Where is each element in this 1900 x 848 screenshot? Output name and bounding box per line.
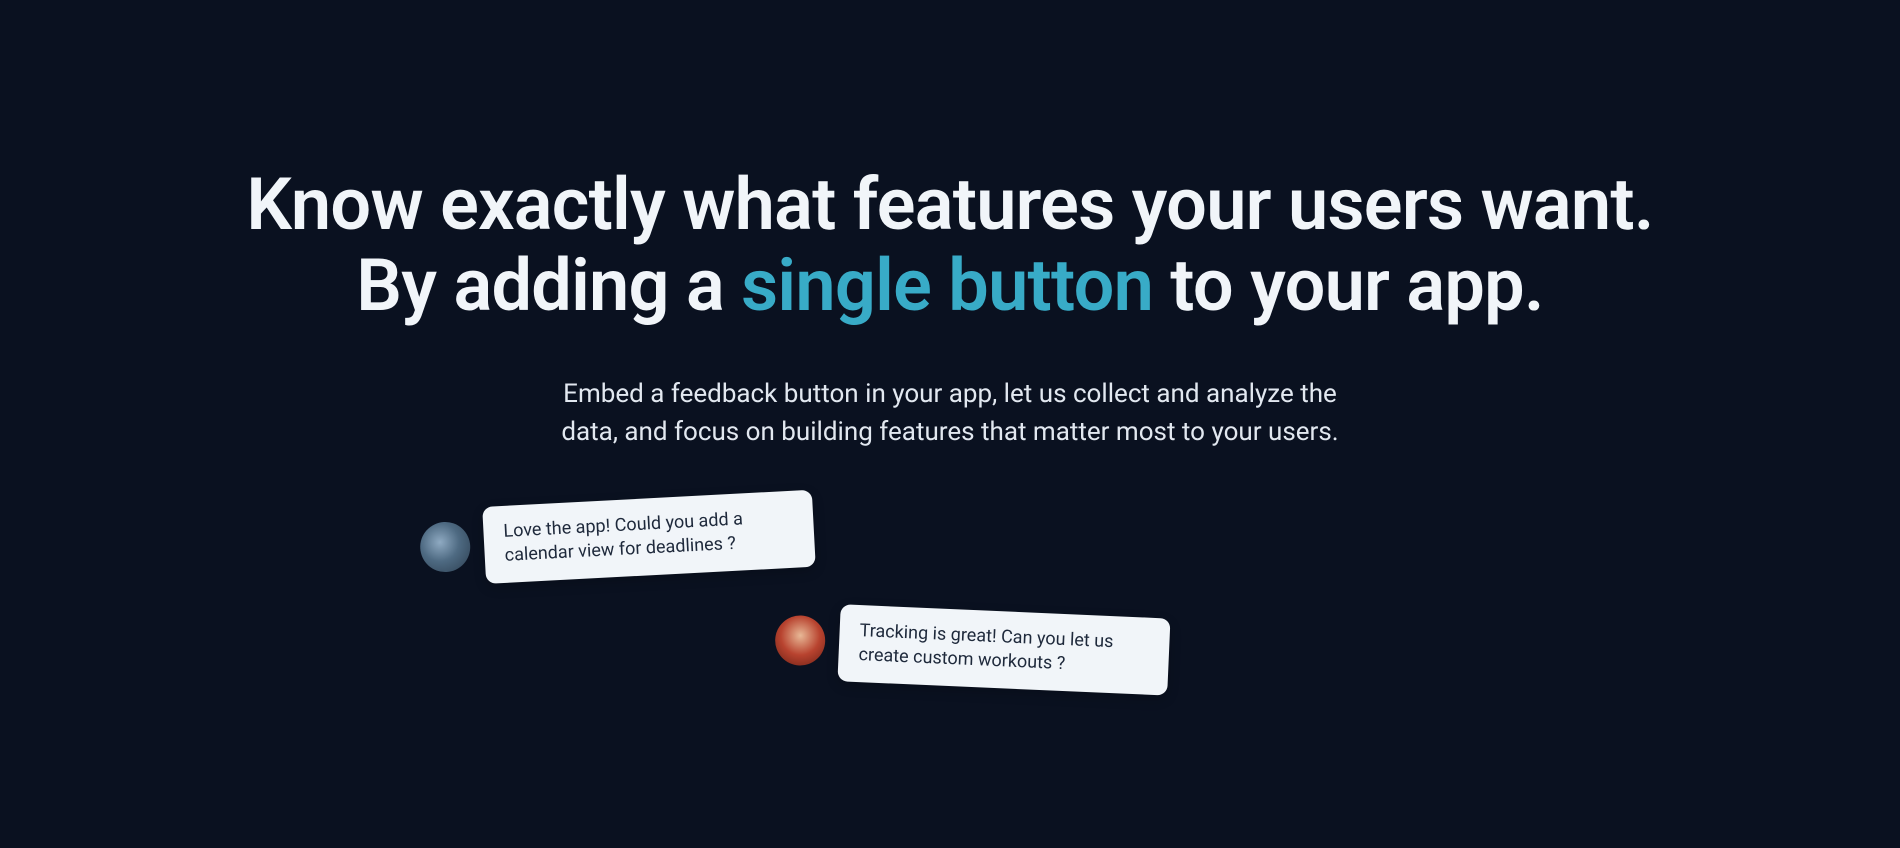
headline-suffix: to your app.	[1153, 243, 1544, 328]
hero-section: Know exactly what features your users wa…	[0, 0, 1900, 452]
feedback-bubble: Tracking is great! Can you let us create…	[837, 604, 1170, 695]
feedback-bubble: Love the app! Could you add a calendar v…	[482, 490, 816, 584]
feedback-item: Tracking is great! Can you let us create…	[774, 601, 1171, 695]
avatar	[774, 615, 826, 667]
avatar	[419, 521, 472, 574]
headline-highlight: single button	[741, 243, 1153, 328]
headline: Know exactly what features your users wa…	[246, 165, 1653, 326]
subheadline: Embed a feedback button in your app, let…	[540, 376, 1360, 451]
feedback-item: Love the app! Could you add a calendar v…	[418, 490, 815, 587]
